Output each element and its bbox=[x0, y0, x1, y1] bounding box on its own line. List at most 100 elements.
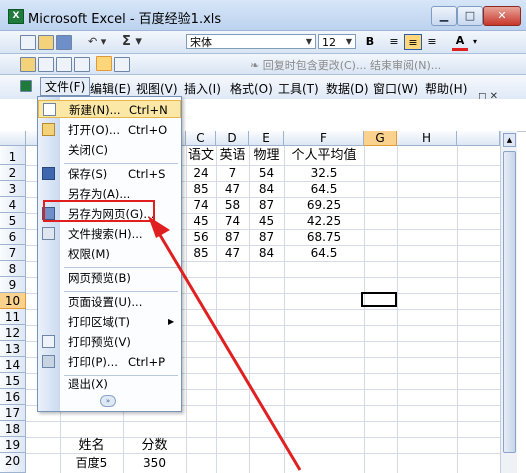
new-icon[interactable] bbox=[20, 35, 36, 50]
table-cell[interactable]: 54 bbox=[249, 165, 284, 181]
table-cell[interactable]: 87 bbox=[249, 229, 284, 245]
align-right-icon[interactable]: ≡ bbox=[424, 34, 440, 50]
track-icon[interactable] bbox=[96, 56, 112, 71]
maximize-button[interactable]: □ bbox=[457, 6, 483, 26]
menu-item-web-preview[interactable]: 网页预览(B) bbox=[38, 269, 181, 287]
row-header-14[interactable]: 14 bbox=[0, 357, 26, 373]
column-header-h[interactable]: H bbox=[397, 131, 457, 146]
chevron-down-icon[interactable]: ▾ bbox=[470, 34, 480, 50]
row-header-9[interactable]: 9 bbox=[0, 277, 26, 293]
row-header-10[interactable]: 10 bbox=[0, 293, 26, 309]
menu-view[interactable]: 视图(V) bbox=[136, 80, 178, 97]
table-cell[interactable]: 64.5 bbox=[284, 245, 364, 261]
menu-item-print-area[interactable]: 打印区域(T) ▶ bbox=[38, 313, 181, 331]
table-cell[interactable]: 32.5 bbox=[284, 165, 364, 181]
table-cell[interactable]: 58 bbox=[216, 197, 249, 213]
menu-item-print[interactable]: 打印(P)... Ctrl+P bbox=[38, 353, 181, 371]
menu-edit[interactable]: 编辑(E) bbox=[90, 80, 131, 97]
cell-score-value[interactable]: 350 bbox=[123, 455, 186, 471]
menu-format[interactable]: 格式(O) bbox=[230, 80, 273, 97]
row-header-13[interactable]: 13 bbox=[0, 341, 26, 357]
menu-item-permission[interactable]: 权限(M) bbox=[38, 245, 181, 263]
table-cell[interactable]: 84 bbox=[249, 245, 284, 261]
review-icon[interactable] bbox=[38, 57, 54, 72]
align-center-icon[interactable]: ≡ bbox=[404, 34, 422, 50]
menu-insert[interactable]: 插入(I) bbox=[184, 80, 221, 97]
font-size-select[interactable]: 12 ▼ bbox=[318, 34, 356, 49]
row-header-2[interactable]: 2 bbox=[0, 165, 26, 181]
bold-button[interactable]: B bbox=[363, 34, 377, 50]
table-cell[interactable]: 68.75 bbox=[284, 229, 364, 245]
cell-header-chinese[interactable]: 语文 bbox=[184, 148, 218, 164]
folder-icon[interactable] bbox=[20, 57, 36, 72]
row-header-1[interactable]: 1 bbox=[0, 146, 26, 165]
review-icon[interactable] bbox=[74, 57, 90, 72]
vertical-scrollbar[interactable]: ▲ bbox=[500, 131, 517, 473]
menu-help[interactable]: 帮助(H) bbox=[425, 80, 467, 97]
column-header-f[interactable]: F bbox=[284, 131, 364, 146]
row-header-8[interactable]: 8 bbox=[0, 261, 26, 277]
align-left-icon[interactable]: ≡ bbox=[386, 34, 402, 50]
menu-data[interactable]: 数据(D) bbox=[326, 80, 369, 97]
row-header-18[interactable]: 18 bbox=[0, 421, 26, 437]
table-cell[interactable]: 74 bbox=[216, 213, 249, 229]
table-cell[interactable]: 47 bbox=[216, 181, 249, 197]
row-header-7[interactable]: 7 bbox=[0, 245, 26, 261]
menu-item-print-preview[interactable]: 打印预览(V) bbox=[38, 333, 181, 351]
cell-header-average[interactable]: 个人平均值 bbox=[284, 148, 364, 164]
save-icon[interactable] bbox=[56, 35, 72, 50]
menu-item-open[interactable]: 打开(O)... Ctrl+O bbox=[38, 121, 181, 139]
excel-icon[interactable]: X bbox=[8, 9, 24, 24]
review-icon[interactable] bbox=[114, 57, 130, 72]
row-header-19[interactable]: 19 bbox=[0, 437, 26, 453]
table-cell[interactable]: 56 bbox=[186, 229, 216, 245]
select-all-corner[interactable] bbox=[0, 131, 26, 146]
review-icon[interactable] bbox=[56, 57, 72, 72]
row-header-12[interactable]: 12 bbox=[0, 325, 26, 341]
row-header-17[interactable]: 17 bbox=[0, 405, 26, 421]
cell-name-value[interactable]: 百度5 bbox=[60, 455, 123, 471]
minimize-button[interactable]: ▁ bbox=[431, 6, 457, 26]
font-name-select[interactable]: 宋体 ▼ bbox=[186, 34, 316, 49]
row-header-15[interactable]: 15 bbox=[0, 373, 26, 389]
table-cell[interactable]: 85 bbox=[186, 181, 216, 197]
menu-item-page-setup[interactable]: 页面设置(U)... bbox=[38, 293, 181, 311]
row-header-20[interactable]: 20 bbox=[0, 453, 26, 473]
table-cell[interactable]: 42.25 bbox=[284, 213, 364, 229]
cell-score-header[interactable]: 分数 bbox=[123, 438, 186, 454]
table-cell[interactable]: 69.25 bbox=[284, 197, 364, 213]
column-header-g[interactable]: G bbox=[364, 131, 397, 146]
menu-item-file-search[interactable]: 文件搜索(H)... bbox=[38, 225, 181, 243]
review-reply-text[interactable]: ❧ 回复时包含更改(C)... 结束审阅(N)... bbox=[250, 57, 441, 73]
row-header-4[interactable]: 4 bbox=[0, 197, 26, 213]
row-header-16[interactable]: 16 bbox=[0, 389, 26, 405]
menu-item-exit[interactable]: 退出(X) bbox=[38, 375, 181, 393]
table-cell[interactable]: 45 bbox=[186, 213, 216, 229]
close-button[interactable]: ✕ bbox=[483, 6, 521, 26]
workbook-icon[interactable] bbox=[20, 80, 32, 92]
open-icon[interactable] bbox=[38, 35, 54, 50]
table-cell[interactable]: 47 bbox=[216, 245, 249, 261]
menu-file[interactable]: 文件(F) bbox=[40, 77, 91, 96]
font-color-icon[interactable]: A bbox=[452, 34, 468, 51]
column-header-e[interactable]: E bbox=[249, 131, 284, 146]
scroll-up-icon[interactable]: ▲ bbox=[503, 133, 516, 147]
table-cell[interactable]: 87 bbox=[216, 229, 249, 245]
row-header-11[interactable]: 11 bbox=[0, 309, 26, 325]
menu-window[interactable]: 窗口(W) bbox=[373, 80, 418, 97]
row-header-6[interactable]: 6 bbox=[0, 229, 26, 245]
table-cell[interactable]: 45 bbox=[249, 213, 284, 229]
row-header-3[interactable]: 3 bbox=[0, 181, 26, 197]
scrollbar-thumb[interactable] bbox=[503, 151, 516, 453]
row-header-5[interactable]: 5 bbox=[0, 213, 26, 229]
table-cell[interactable]: 64.5 bbox=[284, 181, 364, 197]
cell-header-physics[interactable]: 物理 bbox=[249, 148, 284, 164]
menu-item-close[interactable]: 关闭(C) bbox=[38, 141, 181, 159]
table-cell[interactable]: 87 bbox=[249, 197, 284, 213]
column-header-i[interactable] bbox=[457, 131, 500, 146]
menu-item-new[interactable]: 新建(N)... Ctrl+N bbox=[38, 100, 181, 118]
table-cell[interactable]: 74 bbox=[186, 197, 216, 213]
table-cell[interactable]: 24 bbox=[186, 165, 216, 181]
column-header-c[interactable]: C bbox=[186, 131, 216, 146]
table-cell[interactable]: 7 bbox=[216, 165, 249, 181]
